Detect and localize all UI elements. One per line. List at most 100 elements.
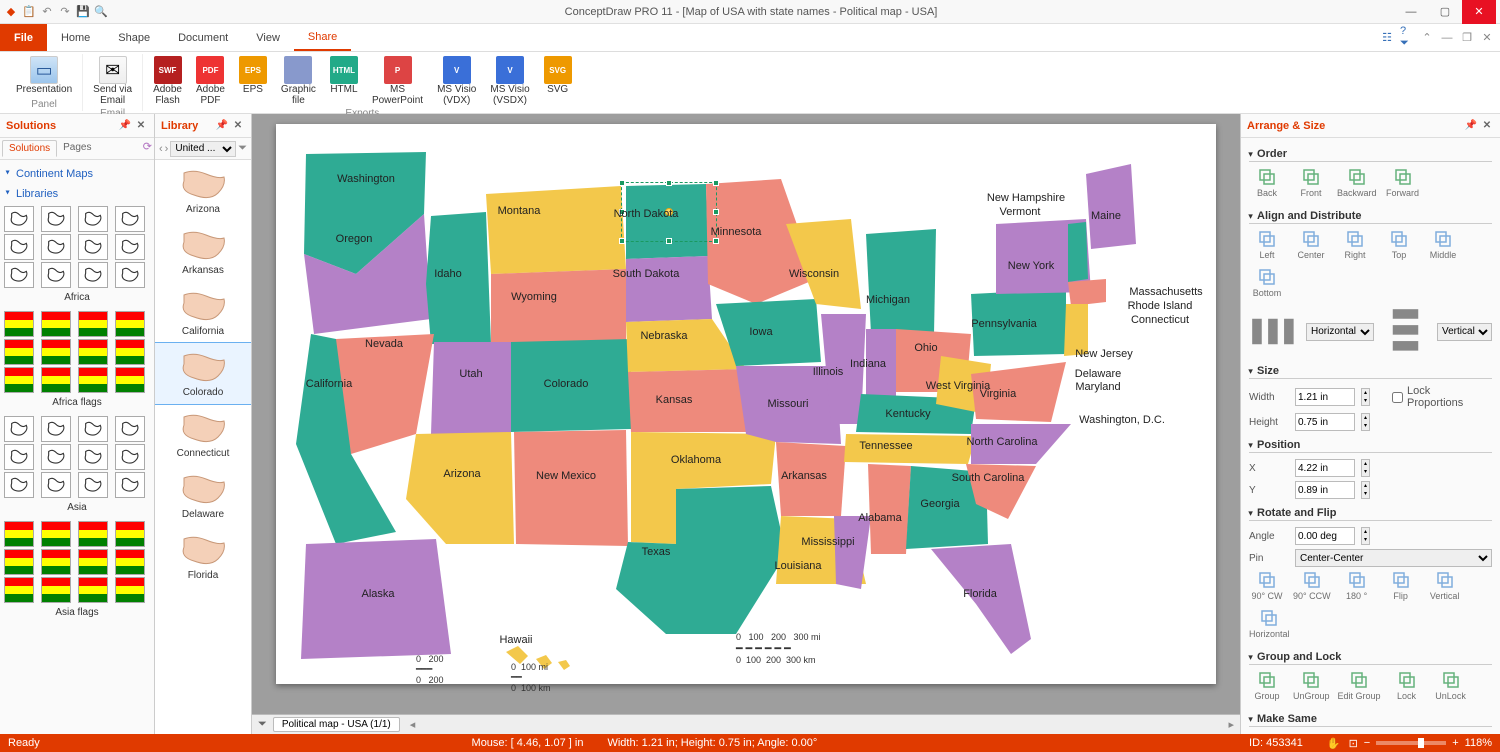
shape-arkansas[interactable]: Arkansas <box>155 221 251 282</box>
thumb[interactable] <box>41 234 71 260</box>
thumb[interactable] <box>78 416 108 442</box>
thumb[interactable] <box>4 416 34 442</box>
lock-proportions-checkbox[interactable] <box>1392 392 1403 403</box>
close-icon[interactable]: ✕ <box>1480 119 1494 133</box>
thumb[interactable] <box>78 549 108 575</box>
y-spinner[interactable]: ▴▾ <box>1361 481 1370 499</box>
pin-icon[interactable]: 📌 <box>118 119 132 133</box>
size-button[interactable]: Size <box>1249 733 1285 734</box>
tree-continent-maps[interactable]: Continent Maps <box>4 164 150 184</box>
export-adobe-pdf-button[interactable]: PDFAdobe PDF <box>190 54 231 108</box>
top-button[interactable]: Top <box>1381 230 1417 260</box>
thumb[interactable] <box>41 262 71 288</box>
right-button[interactable]: Right <box>1337 230 1373 260</box>
unlock-button[interactable]: UnLock <box>1433 671 1469 701</box>
tab-home[interactable]: Home <box>47 24 104 51</box>
thumb[interactable] <box>4 472 34 498</box>
thumb[interactable] <box>78 521 108 547</box>
doc-minimize-icon[interactable]: — <box>1440 31 1454 45</box>
refresh-icon[interactable]: ⟳ <box>143 140 152 157</box>
undo-icon[interactable]: ↶ <box>40 5 54 19</box>
doc-close-icon[interactable]: ✕ <box>1480 31 1494 45</box>
ungroup-button[interactable]: UnGroup <box>1293 671 1330 701</box>
doc-tab[interactable]: Political map - USA (1/1) <box>273 717 400 732</box>
group-button[interactable]: Group <box>1249 671 1285 701</box>
thumb[interactable] <box>78 472 108 498</box>
presentation-button[interactable]: ▭ Presentation <box>10 54 78 97</box>
close-icon[interactable]: ✕ <box>134 119 148 133</box>
thumb[interactable] <box>41 472 71 498</box>
export-ms-visio-vdx--button[interactable]: VMS Visio (VDX) <box>431 54 482 108</box>
lib-back-icon[interactable]: ‹ <box>159 143 163 155</box>
thumb[interactable] <box>78 234 108 260</box>
shape-connecticut[interactable]: Connecticut <box>155 404 251 465</box>
help-icon[interactable]: ?⏷ <box>1400 31 1414 45</box>
vertical-button[interactable]: Vertical <box>1427 571 1463 601</box>
size-header[interactable]: Size <box>1249 365 1492 379</box>
thumb[interactable] <box>4 367 34 393</box>
thumb[interactable] <box>4 577 34 603</box>
tab-menu-icon[interactable]: ⏷ <box>258 718 267 731</box>
backward-button[interactable]: Backward <box>1337 168 1377 198</box>
zoom-fit-icon[interactable]: ⊡ <box>1349 737 1358 750</box>
bottom-button[interactable]: Bottom <box>1249 268 1285 298</box>
thumb[interactable] <box>41 521 71 547</box>
export-ms-powerpoint-button[interactable]: PMS PowerPoint <box>366 54 429 108</box>
shape-florida[interactable]: Florida <box>155 526 251 587</box>
zoom-slider[interactable] <box>1376 741 1446 745</box>
dist-h-icon[interactable] <box>1249 306 1300 357</box>
y-input[interactable] <box>1295 481 1355 499</box>
width-input[interactable] <box>1295 388 1355 406</box>
thumb[interactable] <box>115 206 145 232</box>
thumb[interactable] <box>115 521 145 547</box>
group-header[interactable]: Group and Lock <box>1249 651 1492 665</box>
height-spinner[interactable]: ▴▾ <box>1361 413 1370 431</box>
export-graphic-file-button[interactable]: Graphic file <box>275 54 322 108</box>
tab-document[interactable]: Document <box>164 24 242 51</box>
thumb[interactable] <box>78 367 108 393</box>
thumb[interactable] <box>4 262 34 288</box>
redo-icon[interactable]: ↷ <box>58 5 72 19</box>
thumb[interactable] <box>4 444 34 470</box>
flip-button[interactable]: Flip <box>1383 571 1419 601</box>
middle-button[interactable]: Middle <box>1425 230 1461 260</box>
export-ms-visio-vsdx--button[interactable]: VMS Visio (VSDX) <box>484 54 535 108</box>
export-adobe-flash-button[interactable]: SWFAdobe Flash <box>147 54 188 108</box>
shape-colorado[interactable]: Colorado <box>155 343 251 404</box>
x-input[interactable] <box>1295 459 1355 477</box>
front-button[interactable]: Front <box>1293 168 1329 198</box>
export-html-button[interactable]: HTMLHTML <box>324 54 364 108</box>
thumb[interactable] <box>78 262 108 288</box>
clipboard-icon[interactable]: 📋 <box>22 5 36 19</box>
tree-libraries[interactable]: Libraries <box>4 184 150 204</box>
thumb[interactable] <box>4 339 34 365</box>
export-eps-button[interactable]: EPSEPS <box>233 54 273 108</box>
thumb[interactable] <box>115 416 145 442</box>
doc-restore-icon[interactable]: ❐ <box>1460 31 1474 45</box>
lib-fwd-icon[interactable]: › <box>165 143 169 155</box>
left-button[interactable]: Left <box>1249 230 1285 260</box>
tab-view[interactable]: View <box>242 24 294 51</box>
dist-h-select[interactable]: Horizontal <box>1306 323 1374 341</box>
maximize-button[interactable]: ▢ <box>1428 0 1462 24</box>
edit-group-button[interactable]: Edit Group <box>1338 671 1381 701</box>
thumb[interactable] <box>115 367 145 393</box>
thumb[interactable] <box>41 577 71 603</box>
thumb[interactable] <box>41 311 71 337</box>
thumb[interactable] <box>78 339 108 365</box>
thumb[interactable] <box>78 444 108 470</box>
height-input[interactable] <box>1295 413 1355 431</box>
thumb[interactable] <box>115 577 145 603</box>
scroll-left-icon[interactable]: ◂ <box>410 718 416 731</box>
width-button[interactable]: Width <box>1293 733 1329 734</box>
thumb[interactable] <box>41 416 71 442</box>
width-spinner[interactable]: ▴▾ <box>1361 388 1370 406</box>
x-spinner[interactable]: ▴▾ <box>1361 459 1370 477</box>
zoom-out-icon[interactable]: − <box>1364 737 1370 749</box>
thumb[interactable] <box>41 206 71 232</box>
thumb[interactable] <box>4 549 34 575</box>
options-icon[interactable]: ☷ <box>1380 31 1394 45</box>
angle-input[interactable] <box>1295 527 1355 545</box>
send-email-button[interactable]: ✉ Send via Email <box>87 54 138 108</box>
rotate-header[interactable]: Rotate and Flip <box>1249 507 1492 521</box>
